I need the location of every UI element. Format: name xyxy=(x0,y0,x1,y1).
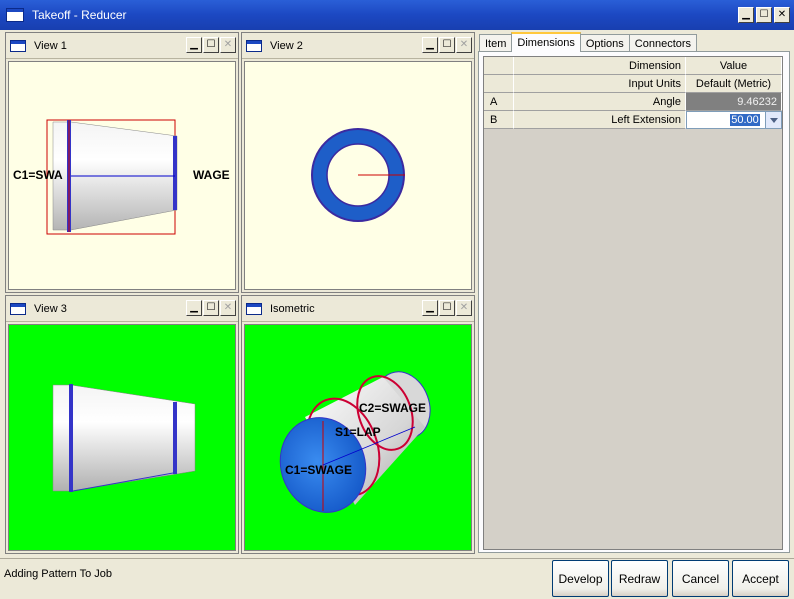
view-window-icon xyxy=(246,302,262,315)
view-window-icon xyxy=(10,302,26,315)
tab-item[interactable]: Item xyxy=(479,34,513,52)
status-text: Adding Pattern To Job xyxy=(4,568,113,580)
maximize-icon[interactable]: ☐ xyxy=(203,300,219,316)
close-icon: ✕ xyxy=(220,300,236,316)
isometric-label-s1: S1=LAP xyxy=(335,425,381,439)
view-window-icon xyxy=(10,39,26,52)
view-window-icon xyxy=(246,39,262,52)
grid-corner xyxy=(484,57,514,75)
row-header-a: A xyxy=(484,93,514,111)
view-1-label-c2: WAGE xyxy=(193,168,230,182)
maximize-icon[interactable]: ☐ xyxy=(439,37,455,53)
view-2-title-bar: View 2 ▁ ☐ ✕ xyxy=(242,33,474,59)
angle-value: 9.46232 xyxy=(686,93,782,111)
close-icon[interactable]: ✕ xyxy=(774,7,790,23)
view-3-window: View 3 ▁ ☐ ✕ xyxy=(5,295,239,554)
isometric-label-c1: C1=SWAGE xyxy=(285,463,353,477)
view-1-label-c1: C1=SWA xyxy=(13,168,63,182)
isometric-title-bar: Isometric ▁ ☐ ✕ xyxy=(242,296,474,322)
dimensions-grid: Dimension Value Input Units Default (Met… xyxy=(483,56,783,550)
minimize-icon[interactable]: ▁ xyxy=(422,37,438,53)
chevron-down-icon[interactable] xyxy=(765,112,781,128)
accept-button[interactable]: Accept xyxy=(732,560,789,597)
window-title-bar: Takeoff - Reducer ▁ ☐ ✕ xyxy=(0,0,794,30)
view-2-canvas[interactable] xyxy=(244,61,472,290)
app-window-icon xyxy=(6,8,24,22)
window-title: Takeoff - Reducer xyxy=(32,8,127,22)
close-icon: ✕ xyxy=(220,37,236,53)
minimize-icon[interactable]: ▁ xyxy=(738,7,754,23)
view-1-window: View 1 ▁ ☐ ✕ C1=SWA WAGE xyxy=(5,32,239,293)
left-extension-value[interactable]: 50.00 xyxy=(730,114,760,126)
left-extension-input[interactable]: 50.00 xyxy=(686,111,782,129)
isometric-view-window: Isometric ▁ ☐ ✕ C2=SWAGE S1=LAP C1=SWAGE xyxy=(241,295,475,554)
close-icon: ✕ xyxy=(456,37,472,53)
column-header-dimension: Dimension xyxy=(514,57,686,75)
minimize-icon[interactable]: ▁ xyxy=(186,300,202,316)
grid-units-row: Input Units Default (Metric) xyxy=(484,75,782,93)
view-1-title: View 1 xyxy=(34,39,67,52)
column-header-value: Value xyxy=(686,57,782,75)
minimize-icon[interactable]: ▁ xyxy=(422,300,438,316)
isometric-title: Isometric xyxy=(270,302,315,315)
table-row: A Angle 9.46232 xyxy=(484,93,782,111)
table-row: B Left Extension 50.00 xyxy=(484,111,782,129)
view-3-title: View 3 xyxy=(34,302,67,315)
isometric-label-c2: C2=SWAGE xyxy=(359,401,427,415)
tab-options[interactable]: Options xyxy=(579,34,630,52)
tab-connectors[interactable]: Connectors xyxy=(628,34,698,52)
grid-header-row: Dimension Value xyxy=(484,57,782,75)
input-units-value[interactable]: Default (Metric) xyxy=(686,75,782,93)
view-1-canvas[interactable]: C1=SWA WAGE xyxy=(8,61,236,290)
view-3-canvas[interactable] xyxy=(8,324,236,551)
tab-dimensions[interactable]: Dimensions xyxy=(511,32,581,52)
develop-button[interactable]: Develop xyxy=(552,560,609,597)
input-units-label: Input Units xyxy=(514,75,686,93)
view-2-window: View 2 ▁ ☐ ✕ xyxy=(241,32,475,293)
isometric-canvas[interactable]: C2=SWAGE S1=LAP C1=SWAGE xyxy=(244,324,472,551)
row-header-b: B xyxy=(484,111,514,129)
close-icon: ✕ xyxy=(456,300,472,316)
row-header-blank xyxy=(484,75,514,93)
maximize-icon[interactable]: ☐ xyxy=(756,7,772,23)
maximize-icon[interactable]: ☐ xyxy=(203,37,219,53)
minimize-icon[interactable]: ▁ xyxy=(186,37,202,53)
view-1-title-bar: View 1 ▁ ☐ ✕ xyxy=(6,33,238,59)
status-divider xyxy=(0,558,794,559)
tab-strip: Item Dimensions Options Connectors xyxy=(479,32,698,52)
dimension-label-angle: Angle xyxy=(514,93,686,111)
redraw-button[interactable]: Redraw xyxy=(611,560,668,597)
view-2-title: View 2 xyxy=(270,39,303,52)
dimension-label-left-extension: Left Extension xyxy=(514,111,686,129)
maximize-icon[interactable]: ☐ xyxy=(439,300,455,316)
cancel-button[interactable]: Cancel xyxy=(672,560,729,597)
view-3-title-bar: View 3 ▁ ☐ ✕ xyxy=(6,296,238,322)
dimensions-panel: Dimension Value Input Units Default (Met… xyxy=(478,51,790,553)
